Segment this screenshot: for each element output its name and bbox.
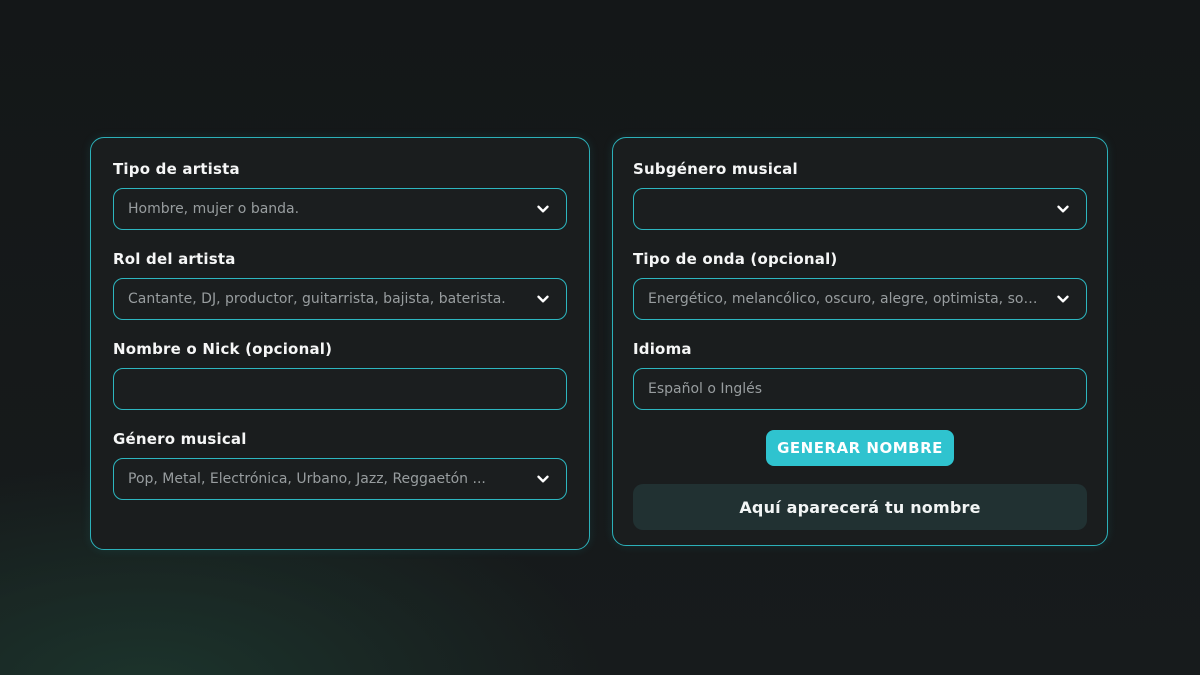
rol-del-artista-label: Rol del artista <box>113 250 567 268</box>
idioma-label: Idioma <box>633 340 1087 358</box>
subgenero-musical-select[interactable] <box>633 188 1087 230</box>
select-placeholder: Cantante, DJ, productor, guitarrista, ba… <box>128 291 506 307</box>
field-group-rol-del-artista: Rol del artista Cantante, DJ, productor,… <box>113 250 567 320</box>
chevron-down-icon <box>534 290 552 308</box>
subgenero-musical-label: Subgénero musical <box>633 160 1087 178</box>
select-placeholder: Energético, melancólico, oscuro, alegre,… <box>648 291 1044 307</box>
result-text: Aquí aparecerá tu nombre <box>739 498 980 517</box>
field-group-tipo-de-onda: Tipo de onda (opcional) Energético, mela… <box>633 250 1087 320</box>
rol-del-artista-select[interactable]: Cantante, DJ, productor, guitarrista, ba… <box>113 278 567 320</box>
field-group-tipo-de-artista: Tipo de artista Hombre, mujer o banda. <box>113 160 567 230</box>
idioma-input[interactable] <box>633 368 1087 410</box>
field-group-genero-musical: Género musical Pop, Metal, Electrónica, … <box>113 430 567 500</box>
chevron-down-icon <box>534 200 552 218</box>
nombre-nick-input[interactable] <box>113 368 567 410</box>
right-form-card: Subgénero musical Tipo de onda (opcional… <box>612 137 1108 546</box>
field-group-subgenero-musical: Subgénero musical <box>633 160 1087 230</box>
result-box: Aquí aparecerá tu nombre <box>633 484 1087 530</box>
chevron-down-icon <box>1054 200 1072 218</box>
nombre-nick-label: Nombre o Nick (opcional) <box>113 340 567 358</box>
genero-musical-label: Género musical <box>113 430 567 448</box>
field-group-nombre-nick: Nombre o Nick (opcional) <box>113 340 567 410</box>
left-form-card: Tipo de artista Hombre, mujer o banda. R… <box>90 137 590 550</box>
field-group-idioma: Idioma <box>633 340 1087 410</box>
genero-musical-select[interactable]: Pop, Metal, Electrónica, Urbano, Jazz, R… <box>113 458 567 500</box>
chevron-down-icon <box>1054 290 1072 308</box>
chevron-down-icon <box>534 470 552 488</box>
artist-name-generator-page: Tipo de artista Hombre, mujer o banda. R… <box>0 0 1200 675</box>
tipo-de-onda-select[interactable]: Energético, melancólico, oscuro, alegre,… <box>633 278 1087 320</box>
tipo-de-artista-select[interactable]: Hombre, mujer o banda. <box>113 188 567 230</box>
tipo-de-onda-label: Tipo de onda (opcional) <box>633 250 1087 268</box>
select-placeholder: Pop, Metal, Electrónica, Urbano, Jazz, R… <box>128 471 486 487</box>
select-placeholder: Hombre, mujer o banda. <box>128 201 299 217</box>
generar-nombre-button[interactable]: GENERAR NOMBRE <box>766 430 954 466</box>
tipo-de-artista-label: Tipo de artista <box>113 160 567 178</box>
